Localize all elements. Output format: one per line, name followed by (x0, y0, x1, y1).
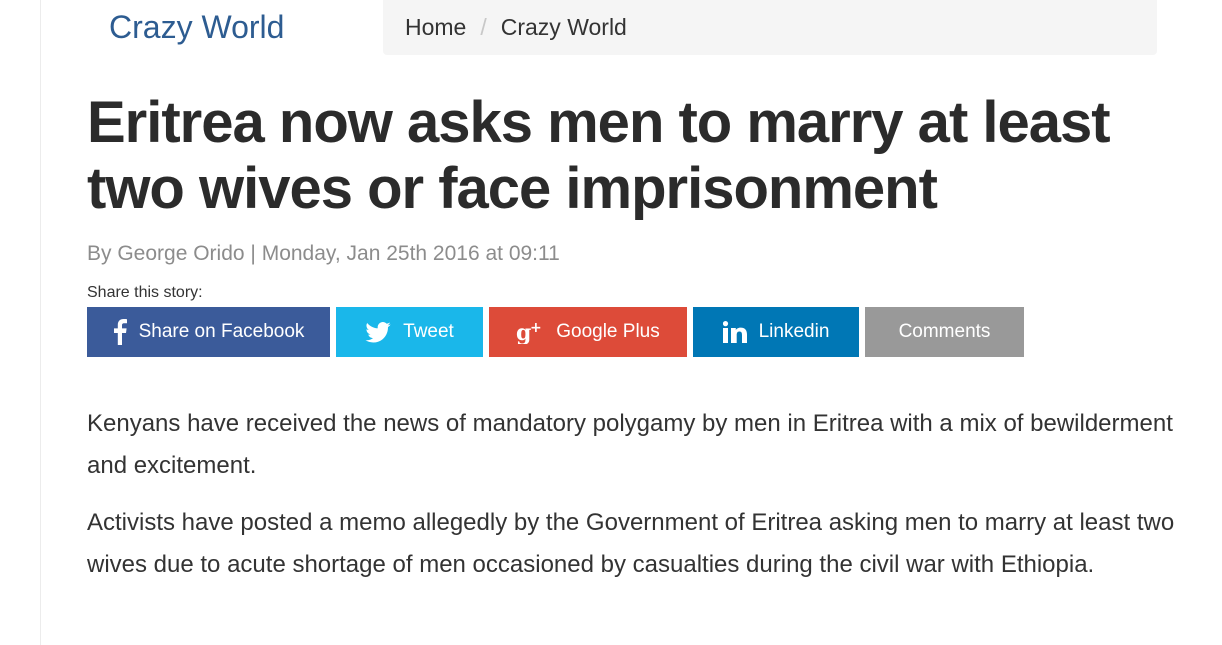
breadcrumb-home-link[interactable]: Home (405, 14, 466, 41)
share-label: Share this story: (87, 284, 203, 301)
linkedin-icon (722, 321, 747, 343)
article-paragraph: Kenyans have received the news of mandat… (87, 410, 1173, 479)
share-twitter-label: Tweet (403, 321, 454, 342)
breadcrumb-separator: / (480, 14, 487, 40)
share-google-plus-button[interactable]: g + Google Plus (489, 307, 687, 357)
share-google-plus-label: Google Plus (556, 321, 660, 342)
share-linkedin-button[interactable]: Linkedin (693, 307, 859, 357)
article-headline: Eritrea now asks men to marry at least t… (87, 90, 1111, 221)
left-divider (40, 0, 41, 645)
article-byline: By George Orido | Monday, Jan 25th 2016 … (87, 242, 560, 265)
svg-text:+: + (530, 320, 542, 336)
comments-label: Comments (898, 321, 991, 342)
page: Crazy World Home / Crazy World Eritrea n… (0, 0, 1222, 645)
google-plus-icon: g + (516, 320, 544, 344)
comments-button[interactable]: Comments (865, 307, 1024, 357)
twitter-icon (365, 321, 391, 343)
share-facebook-button[interactable]: Share on Facebook (87, 307, 330, 357)
share-linkedin-label: Linkedin (758, 321, 830, 342)
share-twitter-button[interactable]: Tweet (336, 307, 483, 357)
section-title-link[interactable]: Crazy World (109, 9, 284, 46)
share-facebook-label: Share on Facebook (138, 321, 305, 342)
breadcrumb-current[interactable]: Crazy World (501, 14, 627, 41)
article-body: Kenyans have received the news of mandat… (87, 403, 1192, 601)
breadcrumb: Home / Crazy World (383, 0, 1157, 55)
facebook-icon (113, 319, 127, 345)
article-paragraph: Activists have posted a memo allegedly b… (87, 509, 1175, 578)
